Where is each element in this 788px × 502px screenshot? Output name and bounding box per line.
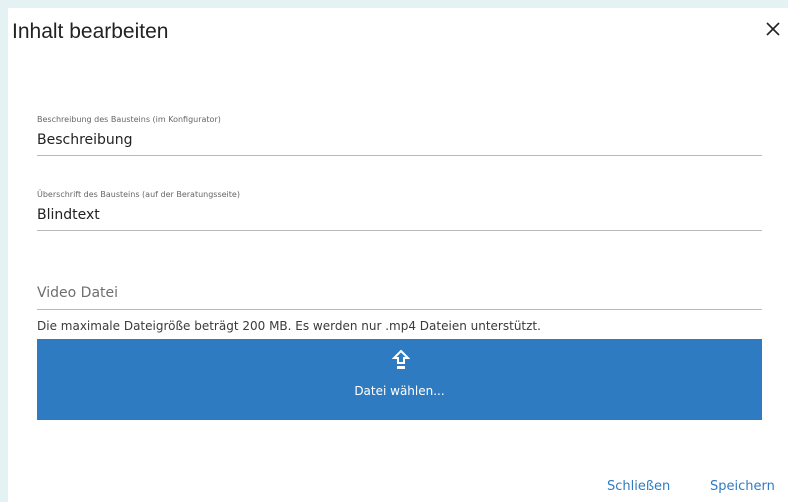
description-field[interactable]: Beschreibung des Bausteins (im Konfigura…: [37, 115, 762, 156]
save-button[interactable]: Speichern: [710, 479, 775, 494]
description-field-label: Beschreibung des Bausteins (im Konfigura…: [37, 115, 221, 124]
file-size-hint: Die maximale Dateigröße beträgt 200 MB. …: [37, 319, 541, 333]
description-input[interactable]: Beschreibung: [37, 125, 762, 155]
close-button[interactable]: [764, 20, 782, 38]
heading-input[interactable]: Blindtext: [37, 200, 762, 230]
close-icon: [766, 22, 780, 36]
close-dialog-button[interactable]: Schließen: [607, 479, 670, 494]
video-file-field[interactable]: Video Datei: [37, 284, 762, 310]
choose-file-button[interactable]: Datei wählen...: [37, 339, 762, 420]
upload-icon: [392, 349, 410, 369]
video-file-input[interactable]: Video Datei: [37, 284, 762, 302]
heading-field[interactable]: Überschrift des Bausteins (auf der Berat…: [37, 190, 762, 231]
choose-file-label: Datei wählen...: [354, 384, 445, 398]
edit-content-dialog: Inhalt bearbeiten Beschreibung des Baust…: [8, 8, 788, 502]
heading-field-label: Überschrift des Bausteins (auf der Berat…: [37, 190, 240, 199]
dialog-title: Inhalt bearbeiten: [12, 20, 169, 43]
